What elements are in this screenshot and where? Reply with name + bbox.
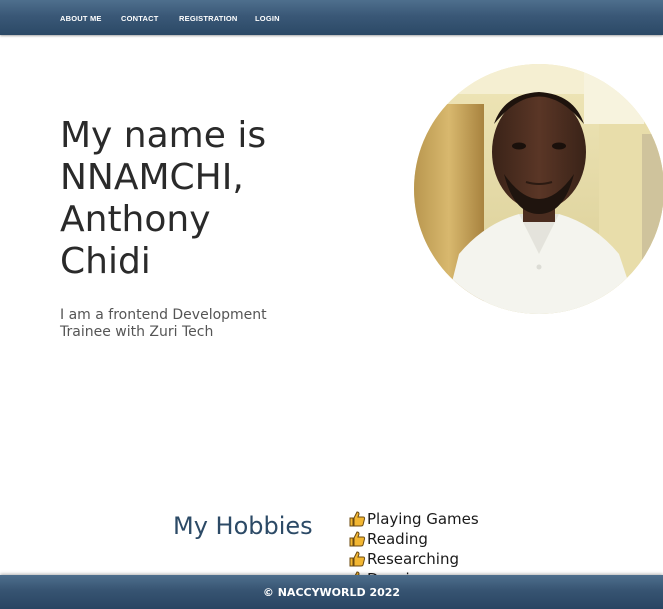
hobby-label: Playing Games	[367, 510, 479, 528]
footer-copyright: © NACCYWORLD 2022	[262, 585, 401, 599]
nav-link-registration[interactable]: REGISTRATION	[179, 14, 238, 23]
nav-link-login[interactable]: LOGIN	[255, 14, 280, 23]
profile-photo	[414, 64, 663, 314]
hobbies-title: My Hobbies	[173, 512, 313, 540]
hero-subtitle: I am a frontend Development Trainee with…	[60, 307, 267, 340]
nav-link-about-me[interactable]: ABOUT ME	[60, 14, 102, 23]
hero-title: My name is NNAMCHI, Anthony Chidi	[60, 115, 267, 282]
list-item: Researching	[348, 549, 479, 569]
thumbs-up-icon	[349, 531, 366, 547]
hobby-label: Researching	[367, 550, 459, 568]
nav-link-contact[interactable]: CONTACT	[121, 14, 159, 23]
thumbs-up-icon	[349, 511, 366, 527]
hobby-label: Reading	[367, 530, 428, 548]
thumbs-up-icon	[349, 551, 366, 567]
footer: © NACCYWORLD 2022	[0, 575, 663, 609]
top-navbar: ABOUT ME CONTACT REGISTRATION LOGIN	[0, 0, 663, 35]
list-item: Reading	[348, 529, 479, 549]
list-item: Playing Games	[348, 509, 479, 529]
